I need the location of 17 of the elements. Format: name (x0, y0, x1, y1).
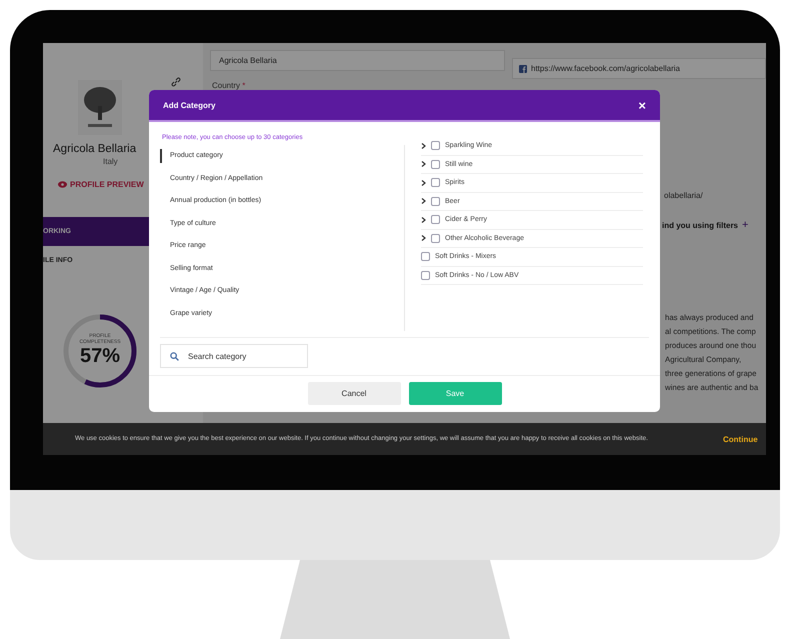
cancel-button[interactable]: Cancel (308, 382, 400, 405)
search-field[interactable]: Search category (160, 344, 308, 368)
company-name: Agricola Bellaria (53, 143, 136, 155)
profile-preview-label: PROFILE PREVIEW (70, 180, 144, 189)
facebook-field[interactable]: https://www.facebook.com/agricolabellaria (512, 58, 766, 79)
add-button[interactable]: + (742, 219, 748, 231)
completeness-value: 57% (80, 345, 120, 368)
facebook-url: https://www.facebook.com/agricolabellaria (531, 64, 680, 73)
filters-text: ind you using filters (662, 220, 738, 230)
dialog-title: Add Category (163, 100, 216, 110)
continue-link[interactable]: Continue (723, 434, 758, 444)
required-mark: * (242, 81, 246, 90)
company-country: Italy (103, 157, 119, 166)
close-button[interactable]: × (638, 98, 646, 112)
website-url: olabellaria/ (664, 191, 704, 200)
company-field[interactable]: Agricola Bellaria (210, 50, 505, 71)
country-label: Country (212, 81, 240, 90)
